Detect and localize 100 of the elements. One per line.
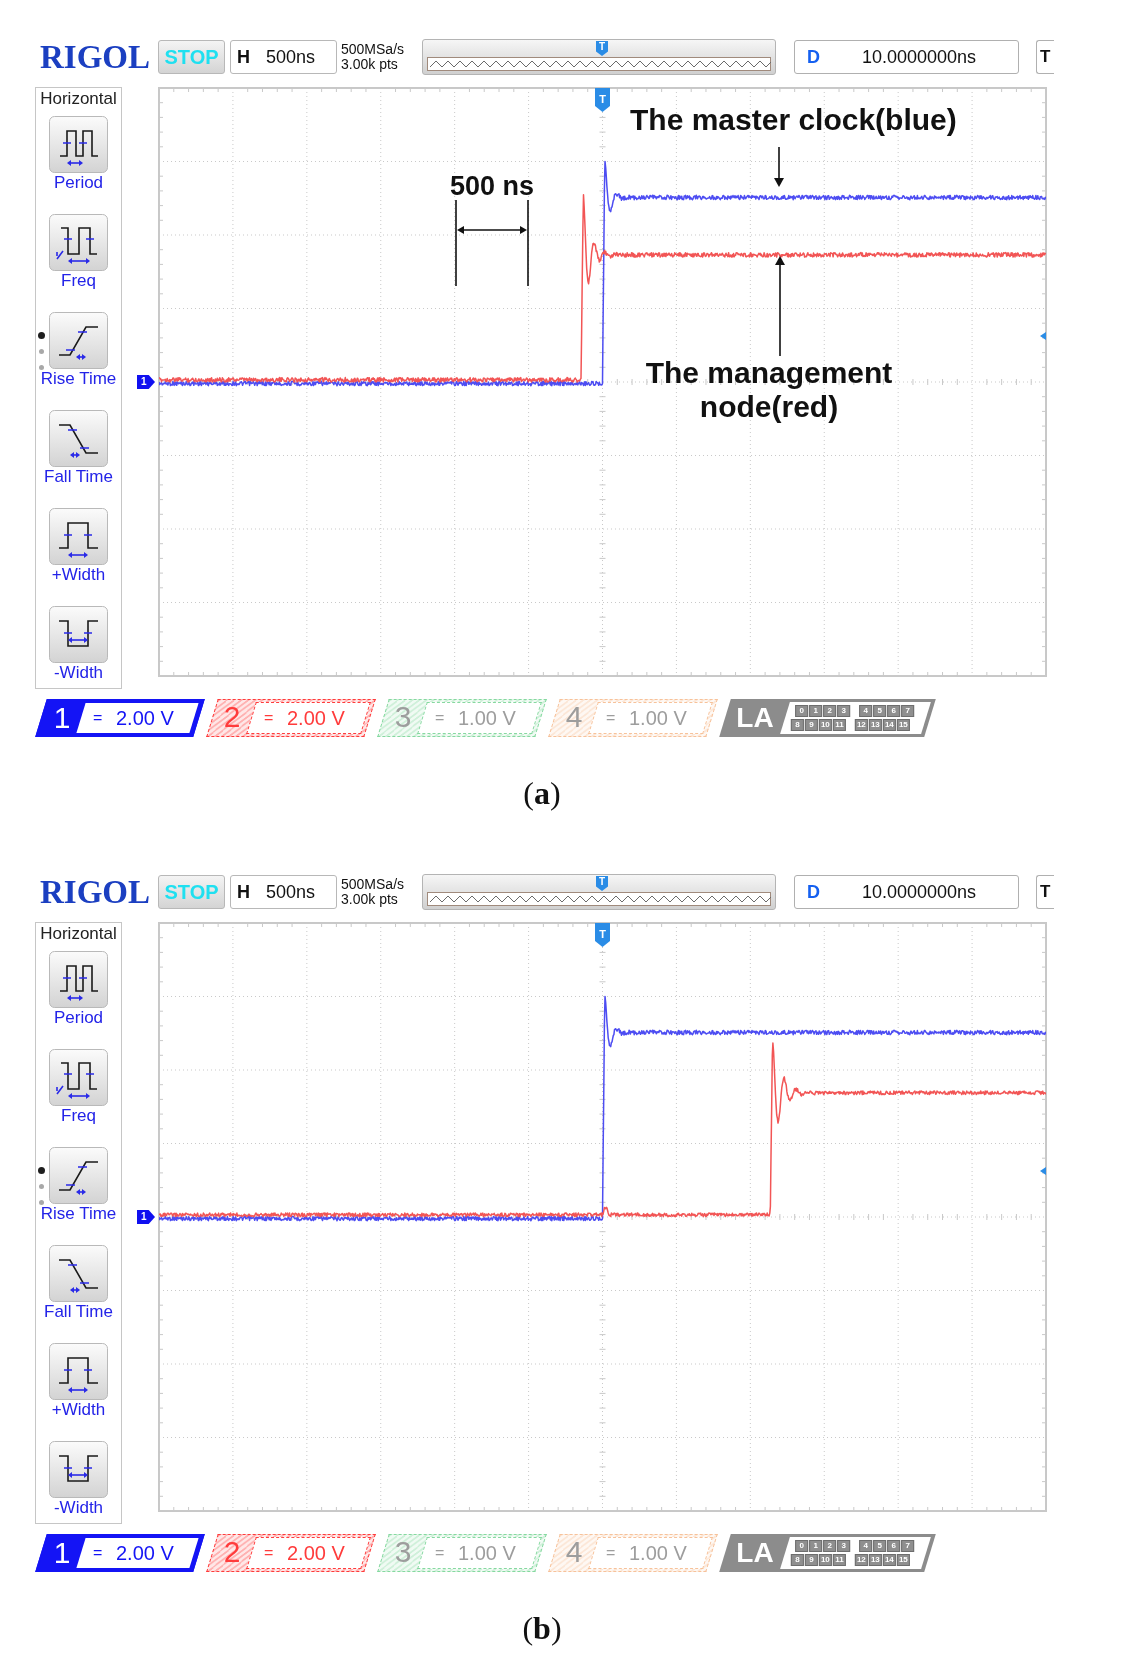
trigger-level-icon [1040,332,1046,340]
digital-channel-tile: 0 [795,1540,809,1552]
digital-channel-tile: 8 [790,719,804,731]
pulse-train-icon [49,214,108,271]
digital-channel-tile: 3 [837,1540,851,1552]
measure-button[interactable]: -Width [36,1441,121,1518]
channel-ground-marker: 1 [137,375,155,389]
timebase-button[interactable]: H 500ns [230,40,337,74]
digital-channel-tile: 13 [868,719,882,731]
digital-channel-tile: 5 [873,1540,887,1552]
volts-per-division: 2.00 V [287,1542,346,1564]
digital-channel-tile: 11 [832,719,846,731]
volts-per-division: 2.00 V [116,1542,175,1564]
measure-button[interactable]: Freq [36,214,121,291]
trigger-position-marker: T [596,41,608,56]
digital-channel-tile: 4 [859,1540,873,1552]
negative-pulse-icon [49,1441,108,1498]
digital-channel-tile: 2 [823,705,837,717]
volts-per-division: 2.00 V [116,707,175,729]
digital-channel-tile: 11 [832,1554,846,1566]
digital-channel-tile: 15 [896,719,910,731]
digital-channel-tile: 0 [795,705,809,717]
coupling-symbol: = [606,708,616,728]
digital-channel-tile: 15 [896,1554,910,1566]
digital-channel-tile: 8 [790,1554,804,1566]
trigger-menu-button[interactable]: T [1036,875,1054,909]
sample-rate-text: 500MSa/s [341,877,406,892]
digital-channel-tile: 6 [887,705,901,717]
figure-caption: (b) [521,1612,563,1644]
positive-pulse-icon [49,508,108,565]
pulse-train-icon [49,116,108,173]
callout-label: The master clock(blue) [630,105,957,135]
measure-button[interactable]: Rise Time [36,1147,121,1224]
trigger-menu-button[interactable]: T [1036,40,1054,74]
digital-channel-tile: 7 [901,1540,915,1552]
digital-channel-tile: 1 [809,1540,823,1552]
positive-pulse-icon [49,1343,108,1400]
measure-button[interactable]: Fall Time [36,410,121,487]
digital-channel-tile: 10 [818,719,832,731]
delay-button[interactable]: D 10.0000000ns [794,40,1019,74]
rising-edge-icon [49,312,108,369]
menu-title: Horizontal [40,923,117,945]
falling-edge-icon [49,1245,108,1302]
volts-per-division: 2.00 V [287,707,346,729]
coupling-symbol: = [93,708,103,728]
digital-channel-tile: 5 [873,705,887,717]
measure-button[interactable]: Period [36,951,121,1028]
digital-channel-tile: 3 [837,705,851,717]
memory-depth-text: 3.00k pts [341,892,399,907]
brand-logo: RIGOL [40,875,152,909]
rising-edge-icon [49,1147,108,1204]
digital-channel-tile: 4 [859,705,873,717]
measure-button[interactable]: Fall Time [36,1245,121,1322]
volts-per-division: 1.00 V [629,707,688,729]
measure-button[interactable]: +Width [36,508,121,585]
sample-rate-text: 500MSa/s [341,42,406,57]
measure-button[interactable]: Rise Time [36,312,121,389]
pulse-train-icon [49,951,108,1008]
digital-channel-tile: 14 [882,1554,896,1566]
digital-channel-tile: 12 [854,719,868,731]
trigger-level-icon [1040,1167,1046,1175]
negative-pulse-icon [49,606,108,663]
digital-channel-tile: 7 [901,705,915,717]
channel-tab[interactable]: 2 = 2.00 V [206,1534,376,1572]
coupling-symbol: = [606,1543,616,1563]
digital-channel-tile: 2 [823,1540,837,1552]
trigger-position-marker: T [595,88,610,112]
coupling-symbol: = [435,1543,445,1563]
figure-caption: (a) [522,777,562,809]
delay-button[interactable]: D 10.0000000ns [794,875,1019,909]
channel-tab[interactable]: 1 = 2.00 V [35,1534,205,1572]
digital-channel-tile: 10 [818,1554,832,1566]
falling-edge-icon [49,410,108,467]
menu-title: Horizontal [40,88,117,110]
channel-ground-marker: 1 [137,1210,155,1224]
volts-per-division: 1.00 V [458,1542,517,1564]
trigger-position-marker: T [595,923,610,947]
digital-channel-tile: 14 [882,719,896,731]
digital-channel-tile: 1 [809,705,823,717]
coupling-symbol: = [435,708,445,728]
coupling-symbol: = [264,1543,274,1563]
measure-button[interactable]: Freq [36,1049,121,1126]
digital-channel-tile: 12 [854,1554,868,1566]
pulse-train-icon [49,1049,108,1106]
channel-tab[interactable]: 2 = 2.00 V [206,699,376,737]
measure-button[interactable]: Period [36,116,121,193]
callout-label: The management node(red) [644,356,894,424]
measure-button[interactable]: +Width [36,1343,121,1420]
pointer-arrow [773,147,785,187]
digital-channel-tile: 9 [804,1554,818,1566]
coupling-symbol: = [93,1543,103,1563]
memory-depth-text: 3.00k pts [341,57,399,72]
channel-tab[interactable]: 1 = 2.00 V [35,699,205,737]
digital-channel-tile: 9 [804,719,818,731]
trigger-position-marker: T [596,876,608,891]
digital-channel-tile: 6 [887,1540,901,1552]
measure-button[interactable]: -Width [36,606,121,683]
digital-channel-tile: 13 [868,1554,882,1566]
timebase-button[interactable]: H 500ns [230,875,337,909]
span-label: 500 ns [450,173,535,200]
